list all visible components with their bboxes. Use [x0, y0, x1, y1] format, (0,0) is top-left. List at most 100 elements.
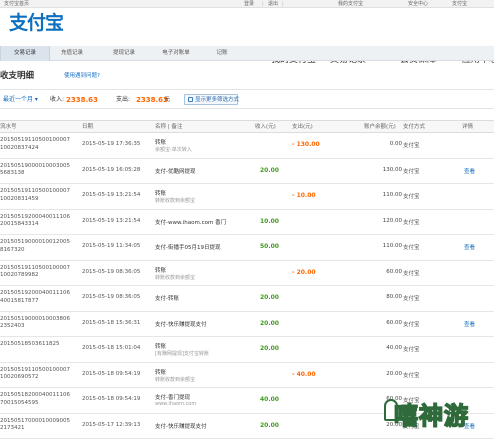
col-header-name: 名称 | 备注 — [155, 124, 183, 130]
tab-withdraw-records[interactable]: 提现记录 — [100, 46, 148, 61]
tab-transaction-records[interactable]: 交易记录 — [0, 46, 50, 61]
topbar-link-home[interactable]: 支付宝首页 — [4, 0, 29, 8]
payment-method-cell: 支付宝 — [403, 270, 420, 277]
serial-number-line1: 20150519000010003806 — [0, 315, 70, 322]
table-row: 20150519110500100007 10020789982 2015-05-1… — [0, 261, 494, 286]
payment-method-cell: 支付宝 — [403, 296, 420, 302]
date-cell: 2015-05-17 12:39:13 — [82, 421, 141, 428]
detail-link[interactable]: 查看 — [464, 320, 475, 328]
note-cell: 转账收款到余额宝 — [155, 198, 196, 204]
note-cell: 转账收款到余额宝 — [155, 274, 196, 281]
income-cell: 20.00 — [260, 421, 279, 429]
payment-method-cell: 支付宝 — [403, 194, 420, 200]
topbar-link-security[interactable]: 安全中心 — [408, 0, 428, 8]
table-row: 20150519200040011106 40015817877 2015-05-1… — [0, 286, 494, 312]
payment-method-cell: 支付宝 — [403, 347, 420, 353]
serial-number-line1: 20150518503611825 — [0, 341, 60, 347]
income-cell: 20.00 — [260, 319, 279, 327]
date-range-dropdown[interactable]: 最近一个月 ▾ — [3, 90, 38, 110]
serial-number-line1: 20150519110500100007 — [0, 264, 70, 271]
note-cell: [有赚网提现]支付宝转账 — [155, 351, 209, 357]
serial-number-line2: 10020690572 — [0, 374, 39, 380]
name-cell: 转账 — [155, 140, 167, 146]
alipay-logo[interactable]: 支付宝 — [3, 10, 64, 36]
table-row: 20150519000010012005 8167320 2015-05-19 11… — [0, 235, 494, 261]
table-row: 20150519110500100007 10020831459 2015-05-1… — [0, 184, 494, 210]
balance-cell: 110.00 — [382, 243, 402, 249]
note-cell: www.ihaom.com — [155, 401, 197, 407]
date-cell: 2015-05-19 13:21:54 — [82, 192, 141, 198]
more-filters-label: 显示更多筛选方式 — [195, 97, 240, 103]
tab-recharge-records[interactable]: 充值记录 — [50, 46, 94, 61]
name-cell: 支付-快乐赚提现支付 — [155, 423, 207, 430]
name-cell: 转账 — [155, 369, 167, 376]
page-title: 收支明细 — [0, 71, 35, 81]
serial-number-line2: 8167320 — [0, 246, 25, 253]
topbar-link-login[interactable]: 登录 — [244, 0, 254, 8]
name-cell: 支付-转账 — [155, 296, 179, 302]
name-cell: 转账 — [155, 344, 167, 350]
serial-number-line1: 20150519000010012005 — [0, 239, 70, 245]
help-link[interactable]: 使用遇到问题? — [64, 71, 100, 79]
balance-cell: 20.00 — [386, 370, 402, 377]
topbar-link-logout[interactable]: 退出 — [268, 0, 278, 8]
table-row: 20150519000010003806 2352403 2015-05-18 15… — [0, 312, 494, 337]
serial-number-line1: 20150519000010003005 — [0, 162, 70, 169]
payment-method-cell: 支付宝 — [403, 321, 420, 328]
balance-cell: 80.00 — [386, 294, 402, 300]
col-header-detail: 详情 — [462, 124, 474, 130]
col-header-income: 收入(元) — [255, 124, 276, 130]
more-filters-button[interactable]: 显示更多筛选方式 — [184, 94, 240, 105]
col-header-serial: 流水号 — [0, 124, 17, 130]
name-cell: 支付-www.ihaom.com 香门 — [155, 219, 227, 226]
tab-statement[interactable]: 电子对账单 — [152, 46, 200, 61]
topbar-separator: | — [262, 1, 264, 7]
date-cell: 2015-05-19 13:21:54 — [82, 217, 141, 224]
balance-cell: 0.00 — [389, 141, 402, 147]
expense-cell: - 130.00 — [292, 141, 320, 148]
detail-link[interactable]: 查看 — [464, 243, 475, 251]
table-row: 20150518503611825 2015-05-18 15:01:04 转账 [有… — [0, 337, 494, 363]
name-cell: 支付-香门提现 — [155, 395, 190, 401]
balance-cell: 40.00 — [386, 345, 402, 351]
expense-cell: - 20.00 — [292, 268, 316, 276]
income-cell: 20.00 — [260, 166, 279, 174]
balance-cell: 110.00 — [382, 192, 402, 198]
sub-tab-bar: 交易记录 充值记录 提现记录 电子对账单 记账 — [0, 46, 494, 61]
serial-number-line2: 10020789982 — [0, 272, 39, 278]
serial-number-line2: 40015817877 — [0, 297, 39, 304]
serial-number-line2: 10020831459 — [0, 195, 39, 202]
payment-method-cell: 支付宝 — [403, 372, 420, 379]
watermark-text: 嘻神游 — [393, 400, 469, 431]
tab-bookkeeping[interactable]: 记账 — [208, 46, 236, 61]
date-cell: 2015-05-19 08:36:05 — [82, 268, 141, 275]
topbar-link-alipay[interactable]: 支付宝 — [452, 0, 467, 8]
serial-number-line2: 20015843314 — [0, 221, 39, 227]
site-watermark: 嘻神游 — [384, 390, 494, 439]
topbar-link-my-alipay[interactable]: 我的支付宝 — [338, 0, 363, 8]
date-cell: 2015-05-18 15:36:31 — [82, 319, 141, 326]
income-label: 收入: — [50, 96, 65, 103]
date-cell: 2015-05-18 15:01:04 — [82, 345, 141, 351]
date-cell: 2015-05-19 17:36:35 — [82, 141, 141, 147]
col-header-balance: 账户余额(元) — [364, 124, 396, 130]
payment-method-cell: 支付宝 — [403, 143, 420, 149]
income-cell: 20.00 — [260, 294, 279, 301]
date-cell: 2015-05-19 16:05:28 — [82, 166, 141, 173]
note-cell: 余额宝-单次转入 — [155, 147, 192, 153]
name-cell: 支付-街播手05月19日提现 — [155, 245, 221, 251]
logo-text: 支付宝 — [9, 12, 64, 34]
serial-number-line2: 2352403 — [0, 323, 25, 329]
serial-number-line1: 20150517000010009005 — [0, 417, 70, 424]
expense-cell: - 40.00 — [292, 370, 316, 378]
income-cell: 50.00 — [260, 243, 279, 250]
table-row: 20150519110500100007 10020690572 2015-05-1… — [0, 363, 494, 388]
detail-link[interactable]: 查看 — [464, 167, 475, 175]
date-cell: 2015-05-18 09:54:19 — [82, 370, 141, 377]
date-cell: 2015-05-18 09:54:19 — [82, 396, 141, 402]
col-header-date[interactable]: 日期 — [82, 121, 93, 133]
name-cell: 支付-优酷网提现 — [155, 168, 196, 175]
income-cell: 40.00 — [260, 396, 279, 403]
top-utility-bar: 支付宝首页 登录 | 退出 | 我的支付宝 安全中心 支付宝 — [0, 0, 494, 8]
filter-icon — [188, 97, 193, 102]
